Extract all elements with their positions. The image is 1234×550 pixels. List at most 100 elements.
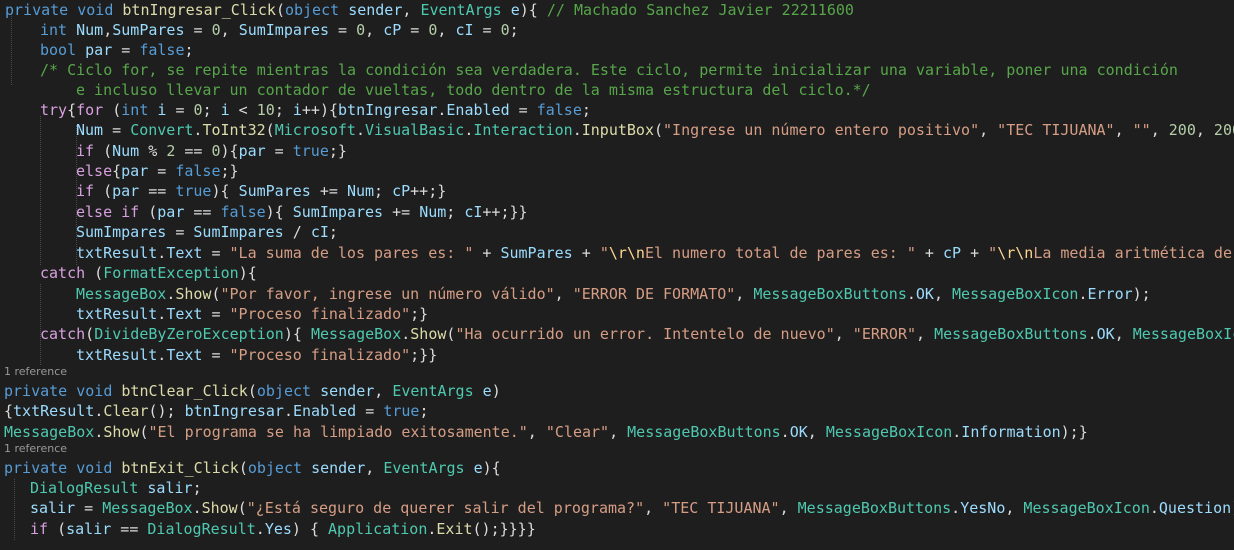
code-line[interactable]: /* Ciclo for, se repite mientras la cond… [40, 60, 1178, 80]
code-token: else [76, 203, 113, 221]
code-token: ; [446, 203, 465, 221]
code-line[interactable]: {txtResult.Clear(); btnIngresar.Enabled … [4, 401, 428, 421]
code-token: , [103, 21, 113, 39]
code-token: . [94, 402, 104, 420]
code-token: if [76, 182, 95, 200]
code-token: "Clear" [545, 423, 610, 441]
code-token: Show [410, 325, 447, 343]
code-line[interactable]: else{par = false;} [76, 161, 239, 181]
code-token: ( [94, 182, 113, 200]
code-token: cI [464, 203, 483, 221]
code-lens-references[interactable]: 1 reference [4, 364, 67, 380]
code-token: Show [175, 285, 212, 303]
code-token: MessageBox [102, 499, 193, 517]
code-token: ( [275, 1, 285, 19]
code-token: if [121, 203, 140, 221]
code-token: ; [374, 182, 393, 200]
code-token: object [284, 1, 340, 19]
code-token: . [952, 423, 962, 441]
code-token: = [166, 101, 194, 119]
code-token: cP [383, 21, 402, 39]
code-token: ( [139, 203, 158, 221]
code-token: , [916, 325, 935, 343]
code-editor[interactable]: private void btnIngresar_Click(object se… [0, 0, 1234, 550]
code-token: , [1114, 325, 1133, 343]
code-token: i [292, 101, 302, 119]
code-token: OK [789, 423, 808, 441]
code-token: e incluso llevar un contador de vueltas,… [76, 81, 871, 99]
code-token: . [157, 346, 167, 364]
code-token: void [77, 1, 114, 19]
code-token: ++;}} [482, 203, 528, 221]
code-line[interactable]: else if (par == false){ SumImpares += Nu… [76, 202, 528, 222]
code-line[interactable]: private void btnExit_Click(object sender… [4, 458, 501, 478]
code-token: . [951, 499, 961, 517]
code-token: ){ [265, 203, 293, 221]
code-token: . [157, 305, 167, 323]
code-token: . [283, 402, 293, 420]
indent-guide [11, 14, 12, 85]
code-token: , [807, 423, 826, 441]
code-token: ; [581, 101, 591, 119]
code-token: "La suma de los pares es: " [229, 244, 474, 262]
code-token: = [401, 21, 429, 39]
code-token: false [175, 162, 221, 180]
code-token: Convert [130, 121, 194, 139]
code-line[interactable]: int Num,SumPares = 0, SumImpares = 0, cP… [40, 20, 519, 40]
code-line[interactable]: MessageBox.Show("Por favor, ingrese un n… [76, 284, 1151, 304]
code-token: Text [166, 305, 203, 323]
code-token: , [402, 1, 421, 19]
code-token: par [157, 203, 185, 221]
code-line[interactable]: private void btnIngresar_Click(object se… [5, 0, 854, 20]
code-token: Interaction [473, 121, 573, 139]
code-token: < [229, 101, 257, 119]
code-line[interactable]: SumImpares = SumImpares / cI; [76, 222, 338, 242]
code-token: . [401, 325, 411, 343]
code-line[interactable]: if (Num % 2 == 0){par = true;} [76, 141, 347, 161]
indent-guide [40, 116, 41, 265]
code-line[interactable]: private void btnClear_Click(object sende… [4, 381, 501, 401]
code-token: \r\n [997, 244, 1034, 262]
code-line[interactable]: try{for (int i = 0; i < 10; i++){btnIngr… [40, 100, 591, 120]
code-token: ;} [220, 162, 239, 180]
code-line[interactable]: DialogResult salir; [30, 478, 202, 498]
code-line[interactable]: if (salir == DialogResult.Yes) { Applica… [30, 519, 536, 539]
code-token: ){ [519, 1, 547, 19]
code-token: ) { [291, 520, 329, 538]
code-token: false [220, 203, 266, 221]
code-token: ){ [482, 459, 501, 477]
code-token: , [1005, 499, 1024, 517]
code-line[interactable]: txtResult.Text = "Proceso finalizado";} [76, 304, 428, 324]
code-line[interactable]: if (par == true){ SumPares += Num; cP++;… [76, 181, 446, 201]
code-token: par [238, 142, 266, 160]
code-line[interactable]: e incluso llevar un contador de vueltas,… [76, 80, 871, 100]
code-token: OK [915, 285, 934, 303]
code-line[interactable]: MessageBox.Show("El programa se ha limpi… [4, 422, 1088, 442]
code-line[interactable]: salir = MessageBox.Show("¿Está seguro de… [30, 498, 1234, 518]
code-line[interactable]: Num = Convert.ToInt32(Microsoft.VisualBa… [76, 120, 1234, 140]
code-token: 10 [256, 101, 275, 119]
code-line[interactable]: bool par = false; [40, 40, 194, 60]
code-token: int [40, 21, 68, 39]
code-token: , [609, 423, 628, 441]
code-token: Num [76, 21, 104, 39]
code-token: salir [147, 479, 193, 497]
code-token: txtResult [76, 346, 158, 364]
code-token: ; [192, 479, 202, 497]
code-line[interactable]: catch (FormatException){ [40, 263, 257, 283]
code-token: "Ha ocurrido un error. Intentelo de nuev… [455, 325, 835, 343]
code-token: , [933, 285, 953, 303]
code-token: i [220, 101, 230, 119]
code-token: ( [265, 121, 275, 139]
code-token: { [112, 162, 122, 180]
code-line[interactable]: txtResult.Text = "La suma de los pares e… [76, 243, 1232, 263]
code-line[interactable]: txtResult.Text = "Proceso finalizado";}} [76, 345, 437, 365]
code-lens-references[interactable]: 1 reference [4, 441, 67, 457]
code-token: DialogResult [30, 479, 139, 497]
code-line[interactable]: catch(DivideByZeroException){ MessageBox… [40, 324, 1234, 344]
code-token: MessageBoxIcon [1132, 325, 1234, 343]
code-token: YesNo [960, 499, 1006, 517]
